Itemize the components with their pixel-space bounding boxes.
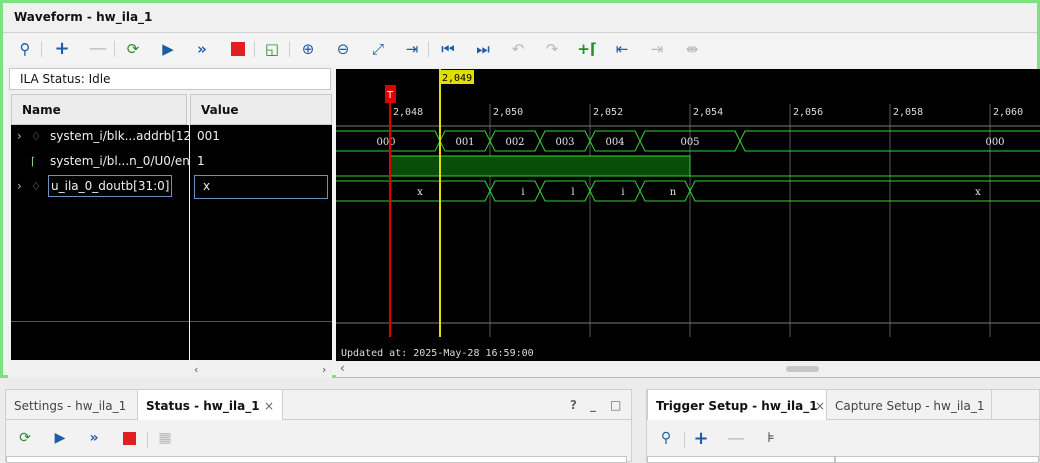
time-tick: 2,050 <box>493 107 523 118</box>
time-tick: 2,052 <box>593 107 623 118</box>
tab-trigger-setup[interactable]: Trigger Setup - hw_ila_1 × <box>647 390 827 420</box>
signal-name: system_i/blk...addrb[12:2 <box>50 129 189 143</box>
zoom-in-plus-icon[interactable]: + <box>51 38 73 60</box>
bit-waveform-high <box>389 155 691 177</box>
zoom-out-icon[interactable]: ⊖ <box>332 38 354 60</box>
swap-cursors-icon[interactable]: ⇼ <box>681 38 703 60</box>
svg-text:000: 000 <box>376 137 395 148</box>
run-trigger-immediate-icon[interactable]: ⟳ <box>122 38 144 60</box>
help-icon[interactable]: ? <box>570 398 577 412</box>
svg-text:l: l <box>571 187 574 198</box>
signal-values: 001 1 x <box>190 125 332 360</box>
next-marker-icon[interactable]: ⇥ <box>646 38 668 60</box>
tab-status[interactable]: Status - hw_ila_1 × <box>137 390 283 420</box>
remove-probe-icon[interactable]: — <box>726 428 746 449</box>
close-tab-icon[interactable]: × <box>264 399 274 413</box>
svg-text:003: 003 <box>555 137 574 148</box>
trigger-setup-panel: Trigger Setup - hw_ila_1 × Capture Setup… <box>646 389 1040 463</box>
time-tick: 2,054 <box>693 107 723 118</box>
stop-icon[interactable] <box>119 428 139 448</box>
previous-transition-icon[interactable]: ↶ <box>507 38 529 60</box>
svg-text:i: i <box>621 187 624 198</box>
svg-text:004: 004 <box>605 137 624 148</box>
run-immediate-icon[interactable]: » <box>84 428 104 448</box>
previous-marker-icon[interactable]: ⇤ <box>611 38 633 60</box>
tab-capture-setup[interactable]: Capture Setup - hw_ila_1 <box>827 390 992 420</box>
remove-minus-icon[interactable]: — <box>87 38 109 60</box>
waveform-toolbar: ⚲ + — ⟳ ▶ » ◱ ⊕ ⊖ ⤢ ⇥ ⏮ ⏭ ↶ ↷ +⌈ ⇤ ⇥ ⇼ <box>3 34 1037 65</box>
tab-settings[interactable]: Settings - hw_ila_1 <box>6 390 134 420</box>
time-tick: 2,058 <box>893 107 923 118</box>
signal-value[interactable]: x <box>194 175 328 199</box>
search-icon[interactable]: ⚲ <box>14 38 36 60</box>
run-immediate-icon[interactable]: » <box>191 38 213 60</box>
bus-icon: ♢ <box>31 130 41 143</box>
waveform-horizontal-scrollbar[interactable]: ‹ <box>336 361 1040 377</box>
trigger-panel-tabbar: Trigger Setup - hw_ila_1 × Capture Setup… <box>647 390 1039 420</box>
time-tick: 2,056 <box>793 107 823 118</box>
go-to-end-icon[interactable]: ⏭ <box>472 38 494 60</box>
scrollbar-thumb[interactable] <box>786 366 819 372</box>
zoom-in-icon[interactable]: ⊕ <box>297 38 319 60</box>
bit-signal-icon: ⌈ <box>31 155 36 168</box>
name-column-header[interactable]: Name <box>11 94 187 125</box>
signal-list-area: ILA Status: Idle Name Value › ♢ system_i… <box>8 65 332 378</box>
svg-text:002: 002 <box>505 137 524 148</box>
time-tick: 2,060 <box>993 107 1023 118</box>
minimize-icon[interactable]: _ <box>590 398 596 412</box>
status-panel: Settings - hw_ila_1 Status - hw_ila_1 × … <box>5 389 632 463</box>
signal-value[interactable]: 001 <box>190 125 332 149</box>
run-icon[interactable]: ▶ <box>157 38 179 60</box>
next-transition-icon[interactable]: ↷ <box>541 38 563 60</box>
svg-text:n: n <box>670 187 677 198</box>
search-icon[interactable]: ⚲ <box>656 428 676 448</box>
waveform-canvas[interactable]: 2,048 2,050 2,052 2,054 2,056 2,058 2,06… <box>336 69 1040 361</box>
waveform-panel: Waveform - hw_ila_1 ⚲ + — ⟳ ▶ » ◱ ⊕ ⊖ ⤢ … <box>0 0 1040 378</box>
go-to-start-icon[interactable]: ⏮ <box>437 38 459 60</box>
signal-row[interactable]: › ♢ system_i/blk...addrb[12:2 <box>11 125 189 149</box>
updated-timestamp: Updated at: 2025-May-28 16:59:00 <box>341 348 534 359</box>
svg-text:i: i <box>521 187 524 198</box>
value-column-header[interactable]: Value <box>190 94 332 125</box>
signal-value[interactable]: 1 <box>190 150 332 174</box>
add-probe-icon[interactable]: + <box>691 428 711 449</box>
run-icon[interactable]: ▶ <box>50 428 70 448</box>
signal-name: system_i/bl...n_0/U0/enb <box>50 154 189 168</box>
schematic-icon[interactable]: ▦ <box>155 428 175 448</box>
ila-status: ILA Status: Idle <box>9 68 331 90</box>
zoom-fit-icon[interactable]: ⤢ <box>367 38 389 60</box>
stop-icon[interactable] <box>227 38 249 60</box>
bus-waveform-2 <box>336 180 1040 202</box>
title-bar: Waveform - hw_ila_1 <box>3 3 1037 33</box>
signal-row[interactable]: ⌈ system_i/bl...n_0/U0/enb <box>11 150 189 174</box>
expand-arrow-icon[interactable]: › <box>17 179 22 193</box>
svg-text:x: x <box>417 187 423 198</box>
scroll-left-arrow[interactable]: ‹ <box>194 363 198 376</box>
expand-arrow-icon[interactable]: › <box>17 129 22 143</box>
go-to-cursor-icon[interactable]: ⇥ <box>401 38 423 60</box>
cursor-label: 2,049 <box>442 73 472 84</box>
time-tick: 2,048 <box>393 107 423 118</box>
scroll-left-arrow[interactable]: ‹ <box>340 361 345 375</box>
svg-text:T: T <box>386 90 394 101</box>
add-marker-icon[interactable]: +⌈ <box>576 38 598 60</box>
maximize-icon[interactable]: □ <box>610 398 621 412</box>
svg-text:x: x <box>975 187 981 198</box>
export-icon[interactable]: ◱ <box>261 38 283 60</box>
gate-icon[interactable]: ⊧ <box>761 428 781 448</box>
bus-icon: ♢ <box>31 180 41 193</box>
svg-text:000: 000 <box>985 137 1004 148</box>
close-tab-icon[interactable]: × <box>815 399 825 413</box>
status-panel-tabbar: Settings - hw_ila_1 Status - hw_ila_1 × … <box>6 390 631 420</box>
signal-name: u_ila_0_doutb[31:0] <box>48 175 173 197</box>
signal-names: › ♢ system_i/blk...addrb[12:2 ⌈ system_i… <box>11 125 189 360</box>
waveform-svg: 2,048 2,050 2,052 2,054 2,056 2,058 2,06… <box>336 69 1040 359</box>
signal-row[interactable]: › ♢ u_ila_0_doutb[31:0] <box>11 175 189 199</box>
svg-text:005: 005 <box>680 137 699 148</box>
scroll-right-arrow[interactable]: › <box>322 363 326 376</box>
window-title: Waveform - hw_ila_1 <box>14 10 153 24</box>
run-trigger-immediate-icon[interactable]: ⟳ <box>15 428 35 448</box>
svg-text:001: 001 <box>455 137 474 148</box>
